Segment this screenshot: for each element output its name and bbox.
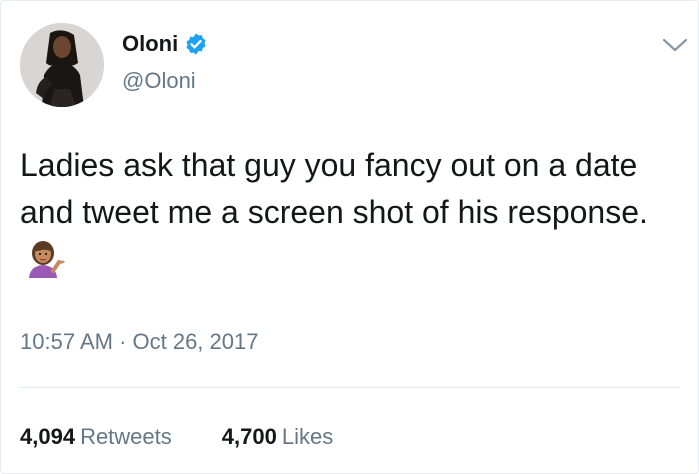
tweet-text: Ladies ask that guy you fancy out on a d… [20,142,680,283]
author-handle[interactable]: @Oloni [122,68,196,94]
retweets-stat[interactable]: 4,094 Retweets [20,424,172,450]
tweet-stats: 4,094 Retweets 4,700 Likes [20,424,333,450]
likes-stat[interactable]: 4,700 Likes [222,424,333,450]
tweet-card: Oloni @Oloni Ladies ask that guy you fan… [0,0,699,474]
retweets-count: 4,094 [20,424,76,449]
author-name-row[interactable]: Oloni [122,31,208,57]
tweet-timestamp[interactable]: 10:57 AM · Oct 26, 2017 [20,329,258,355]
woman-tipping-hand-icon [29,241,65,278]
tweet-body: Ladies ask that guy you fancy out on a d… [20,147,648,230]
chevron-down-icon[interactable] [662,37,688,53]
display-name[interactable]: Oloni [122,31,178,57]
avatar-image [20,23,104,107]
verified-badge-icon [186,33,206,55]
likes-label: Likes [281,424,334,449]
likes-count: 4,700 [221,424,277,449]
divider [20,387,680,388]
avatar[interactable] [20,23,104,107]
retweets-label: Retweets [80,424,172,449]
